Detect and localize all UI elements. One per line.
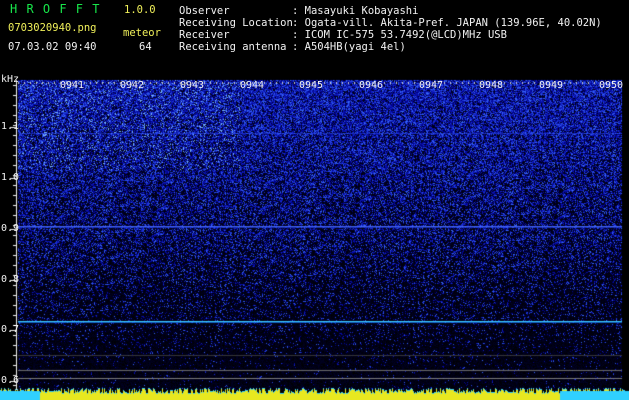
antenna-label: Receiving antenna bbox=[179, 41, 287, 53]
location-label: Receiving Location bbox=[179, 17, 293, 29]
app-title: H R O F F T bbox=[10, 2, 101, 16]
time-tick-label: 0947 bbox=[419, 80, 444, 91]
freq-tick-label: 1.0 bbox=[1, 172, 20, 183]
time-tick-label: 0943 bbox=[180, 80, 205, 91]
time-tick-label: 0941 bbox=[60, 80, 85, 91]
freq-tick-label: 0.8 bbox=[1, 274, 20, 285]
freq-tick-label: 0.9 bbox=[1, 223, 20, 234]
spectrogram-canvas bbox=[0, 0, 629, 400]
meteor-label: meteor bbox=[123, 27, 161, 39]
time-tick-label: 0946 bbox=[359, 80, 384, 91]
observer-value: : Masayuki Kobayashi bbox=[292, 5, 419, 17]
time-tick-label: 0950 bbox=[599, 80, 624, 91]
location-value: : Ogata-vill. Akita-Pref. JAPAN (139.96E… bbox=[292, 17, 602, 29]
freq-tick-label: 0.7 bbox=[1, 324, 20, 335]
observer-label: Observer bbox=[179, 5, 230, 17]
meteor-count: 64 bbox=[139, 41, 152, 53]
receiver-value: : ICOM IC-575 53.7492(@LCD)MHz USB bbox=[292, 29, 507, 41]
time-tick-label: 0944 bbox=[240, 80, 265, 91]
freq-tick-label: 1.1 bbox=[1, 121, 20, 132]
time-tick-label: 0945 bbox=[299, 80, 324, 91]
time-tick-label: 0948 bbox=[479, 80, 504, 91]
time-tick-label: 0942 bbox=[120, 80, 145, 91]
file-name: 0703020940.png bbox=[8, 22, 97, 34]
freq-tick-label: 0.6 bbox=[1, 375, 20, 386]
datetime: 07.03.02 09:40 bbox=[8, 41, 97, 53]
freq-unit-label: kHz bbox=[1, 74, 20, 85]
antenna-value: : A504HB(yagi 4el) bbox=[292, 41, 406, 53]
app-version: 1.0.0 bbox=[124, 4, 156, 16]
receiver-label: Receiver bbox=[179, 29, 230, 41]
time-tick-label: 0949 bbox=[539, 80, 564, 91]
